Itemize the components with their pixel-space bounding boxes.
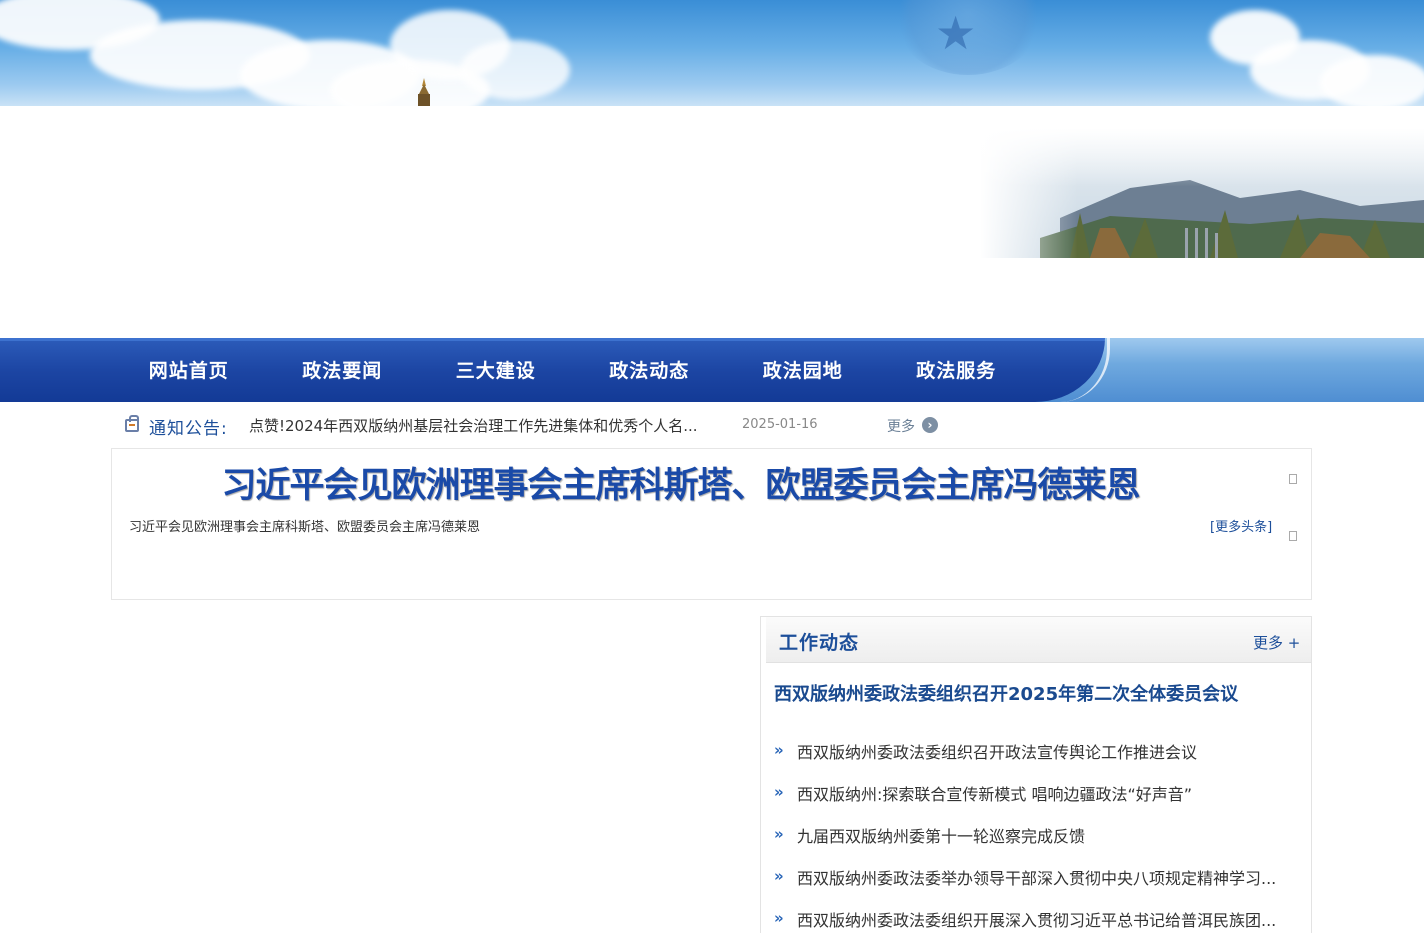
work-dynamics-more-link[interactable]: 更多 +	[1253, 632, 1300, 653]
nav-item-garden[interactable]: 政法园地	[726, 338, 880, 402]
work-article-list: » 西双版纳州委政法委组织召开政法宣传舆论工作推进会议 » 西双版纳州:探索联合…	[774, 731, 1294, 933]
notice-icon	[125, 415, 139, 432]
header-banner: ★	[0, 0, 1424, 106]
nav-item-news[interactable]: 政法要闻	[266, 338, 420, 402]
work-dynamics-header: 工作动态 更多 +	[761, 617, 1311, 663]
list-item-title[interactable]: 西双版纳州委政法委组织开展深入贯彻习近平总书记给普洱民族团...	[797, 907, 1277, 931]
list-item[interactable]: » 西双版纳州委政法委举办领导干部深入贯彻中央八项规定精神学习...	[774, 857, 1294, 899]
list-item-title[interactable]: 西双版纳州委政法委组织召开政法宣传舆论工作推进会议	[797, 739, 1277, 763]
nav-items: 网站首页 政法要闻 三大建设 政法动态 政法园地 政法服务	[112, 338, 1033, 402]
carousel-dot[interactable]	[1289, 531, 1297, 541]
list-item-title[interactable]: 西双版纳州委政法委举办领导干部深入贯彻中央八项规定精神学习...	[797, 865, 1277, 889]
nav-item-dynamics[interactable]: 政法动态	[573, 338, 727, 402]
list-item-title[interactable]: 九届西双版纳州委第十一轮巡察完成反馈	[797, 823, 1277, 847]
work-dynamics-title: 工作动态	[779, 632, 860, 654]
nav-swoosh	[1060, 338, 1110, 402]
double-chevron-icon: »	[774, 909, 784, 927]
notice-label: 通知公告:	[149, 419, 228, 439]
work-dynamics-panel: 工作动态 更多 + 西双版纳州委政法委组织召开2025年第二次全体委员会议 » …	[760, 616, 1312, 933]
double-chevron-icon: »	[774, 825, 784, 843]
double-chevron-icon: »	[774, 741, 784, 759]
nav-item-services[interactable]: 政法服务	[880, 338, 1034, 402]
nav-item-home[interactable]: 网站首页	[112, 338, 266, 402]
headline-subtitle[interactable]: 习近平会见欧洲理事会主席科斯塔、欧盟委员会主席冯德莱恩	[129, 516, 480, 535]
double-chevron-icon: »	[774, 783, 784, 801]
nav-item-construction[interactable]: 三大建设	[419, 338, 573, 402]
landscape-image	[980, 128, 1424, 258]
double-chevron-icon: »	[774, 867, 784, 885]
notice-bar: 通知公告: 点赞!2024年西双版纳州基层社会治理工作先进集体和优秀个人名...…	[112, 402, 1312, 448]
work-lead-article[interactable]: 西双版纳州委政法委组织召开2025年第二次全体委员会议	[774, 680, 1238, 706]
chevron-right-circle-icon[interactable]: ›	[922, 417, 938, 433]
main-nav: 网站首页 政法要闻 三大建设 政法动态 政法园地 政法服务	[0, 338, 1424, 402]
list-item[interactable]: » 西双版纳州委政法委组织开展深入贯彻习近平总书记给普洱民族团...	[774, 899, 1294, 933]
more-headlines-link[interactable]: [更多头条]	[1210, 516, 1272, 535]
pagoda-icon	[418, 78, 430, 106]
list-item[interactable]: » 西双版纳州:探索联合宣传新模式 唱响边疆政法“好声音”	[774, 773, 1294, 815]
list-item[interactable]: » 九届西双版纳州委第十一轮巡察完成反馈	[774, 815, 1294, 857]
headline-title[interactable]: 习近平会见欧洲理事会主席科斯塔、欧盟委员会主席冯德莱恩	[112, 457, 1249, 508]
headline-section: 习近平会见欧洲理事会主席科斯塔、欧盟委员会主席冯德莱恩 习近平会见欧洲理事会主席…	[111, 448, 1312, 600]
list-item-title[interactable]: 西双版纳州:探索联合宣传新模式 唱响边疆政法“好声音”	[797, 781, 1277, 805]
list-item[interactable]: » 西双版纳州委政法委组织召开政法宣传舆论工作推进会议	[774, 731, 1294, 773]
notice-link[interactable]: 点赞!2024年西双版纳州基层社会治理工作先进集体和优秀个人名...	[249, 415, 698, 436]
star-icon: ★	[935, 6, 977, 60]
carousel-dot[interactable]	[1289, 474, 1297, 484]
notice-more-link[interactable]: 更多	[887, 416, 915, 436]
notice-date: 2025-01-16	[742, 417, 818, 432]
